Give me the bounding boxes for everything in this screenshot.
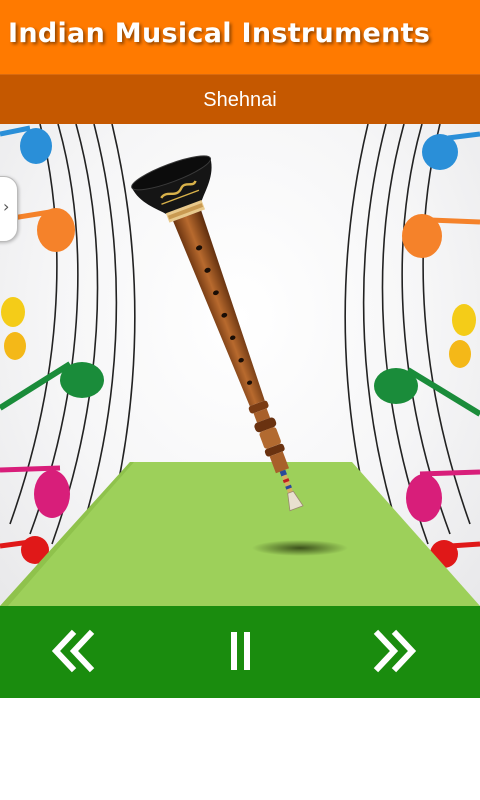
instrument-shadow — [252, 540, 348, 556]
double-chevron-left-icon — [51, 629, 95, 673]
pause-button[interactable] — [210, 622, 270, 682]
blank-footer-area — [0, 698, 480, 800]
green-platform — [0, 462, 480, 606]
instrument-stage: › — [0, 124, 480, 606]
playback-controls — [0, 606, 480, 698]
app-header: Indian Musical Instruments — [0, 0, 480, 74]
pause-icon — [231, 632, 250, 670]
stage-illustration — [0, 124, 480, 606]
side-drawer-handle[interactable]: › — [0, 176, 18, 242]
instrument-title-bar: Shehnai — [0, 74, 480, 125]
next-button[interactable] — [364, 622, 424, 682]
previous-button[interactable] — [44, 622, 104, 682]
double-chevron-right-icon — [373, 629, 417, 673]
app-title: Indian Musical Instruments — [8, 18, 431, 49]
instrument-name: Shehnai — [203, 89, 277, 111]
chevron-right-icon: › — [3, 197, 10, 216]
